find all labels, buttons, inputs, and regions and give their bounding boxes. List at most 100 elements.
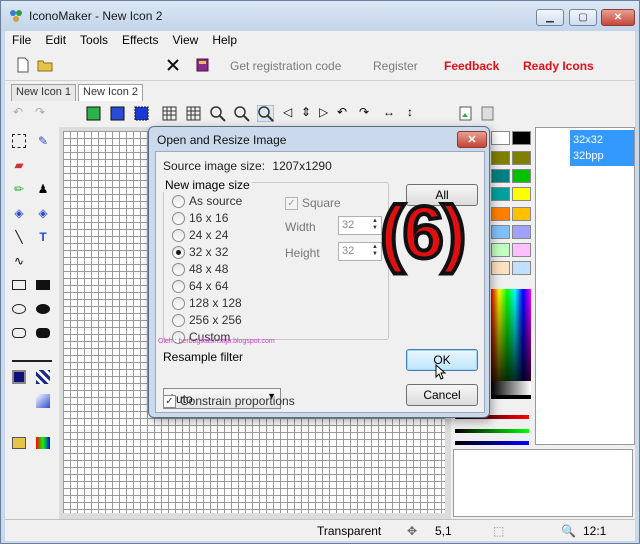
book-icon[interactable]	[195, 57, 211, 73]
colors-icon[interactable]	[33, 433, 53, 453]
new-file-icon[interactable]	[15, 57, 31, 73]
rotate-right-icon[interactable]: ↷	[359, 105, 376, 122]
redo-icon[interactable]: ↷	[35, 105, 52, 122]
export-image-icon[interactable]	[457, 105, 474, 122]
swatch[interactable]	[512, 261, 531, 275]
height-spin-arrows-icon[interactable]: ▲ ▼	[370, 244, 380, 259]
swatch[interactable]	[491, 131, 510, 145]
swatch[interactable]	[491, 225, 510, 239]
option-16[interactable]: 16 x 16	[172, 211, 228, 225]
swatch[interactable]	[491, 207, 510, 221]
menu-view[interactable]: View	[166, 31, 206, 50]
swatch[interactable]	[512, 187, 531, 201]
layer-blue-icon[interactable]	[109, 105, 126, 122]
layer-green-icon[interactable]	[85, 105, 102, 122]
green-slider[interactable]	[455, 429, 529, 433]
radio-button[interactable]	[172, 279, 185, 293]
tab-new-icon-1[interactable]: New Icon 1	[11, 84, 77, 101]
open-folder-icon[interactable]	[37, 57, 53, 73]
shift-right-icon[interactable]: ▷	[319, 105, 336, 122]
rectangle-icon[interactable]	[9, 275, 29, 295]
radio-button[interactable]	[172, 262, 185, 276]
select-all-icon[interactable]	[133, 105, 150, 122]
text-icon[interactable]: T	[33, 227, 53, 247]
shift-updown-icon[interactable]: ⇕	[301, 105, 318, 122]
swatch[interactable]	[491, 169, 510, 183]
gradient-icon[interactable]	[33, 391, 53, 411]
option-48[interactable]: 48 x 48	[172, 262, 228, 276]
swatch[interactable]	[491, 261, 510, 275]
pencil-icon[interactable]: ✏	[9, 179, 29, 199]
rect-select-icon[interactable]	[9, 131, 29, 151]
zoom-out-icon[interactable]	[233, 105, 250, 122]
swatch[interactable]	[512, 207, 531, 221]
menu-help[interactable]: Help	[205, 31, 244, 50]
eyedropper-icon[interactable]: ✎	[33, 131, 53, 151]
line-icon[interactable]: ╲	[9, 227, 29, 247]
swatch[interactable]	[491, 243, 510, 257]
get-registration-link[interactable]: Get registration code	[230, 59, 341, 73]
menu-tools[interactable]: Tools	[73, 31, 115, 50]
cross-icon[interactable]	[165, 57, 181, 73]
filled-rounded-rect-icon[interactable]	[33, 323, 53, 343]
eraser-icon[interactable]: ▰	[9, 155, 29, 175]
rounded-rect-icon[interactable]	[9, 323, 29, 343]
feedback-link[interactable]: Feedback	[444, 59, 499, 73]
radio-button[interactable]	[172, 228, 185, 242]
pattern-icon[interactable]	[33, 367, 53, 387]
option-32[interactable]: 32 x 32	[172, 245, 228, 259]
shift-left-icon[interactable]: ◁	[283, 105, 300, 122]
square-checkbox[interactable]: ✓	[285, 196, 298, 210]
swatch[interactable]	[512, 131, 531, 145]
width-spin-arrows-icon[interactable]: ▲ ▼	[370, 218, 380, 233]
blue-slider[interactable]	[455, 441, 529, 445]
brush-icon[interactable]: ♟	[33, 179, 53, 199]
option-24[interactable]: 24 x 24	[172, 228, 228, 242]
radio-button-selected[interactable]	[172, 245, 185, 259]
swatch[interactable]	[512, 169, 531, 183]
option-64[interactable]: 64 x 64	[172, 279, 228, 293]
radio-button[interactable]	[172, 211, 185, 225]
filled-rectangle-icon[interactable]	[33, 275, 53, 295]
primary-color-icon[interactable]	[9, 367, 29, 387]
swatch[interactable]	[512, 243, 531, 257]
tab-new-icon-2[interactable]: New Icon 2	[78, 84, 144, 101]
menu-effects[interactable]: Effects	[115, 31, 165, 50]
swatch[interactable]	[491, 151, 510, 165]
palette-icon[interactable]	[9, 433, 29, 453]
radio-button[interactable]	[172, 313, 185, 327]
ready-icons-link[interactable]: Ready Icons	[523, 59, 594, 73]
grid-toggle-icon[interactable]	[185, 105, 202, 122]
fill-icon[interactable]: ◈	[9, 203, 29, 223]
width-stepper[interactable]: 32 ▲ ▼	[338, 216, 382, 235]
radio-button[interactable]	[172, 194, 185, 208]
constrain-row[interactable]: ✓ Constrain proportions	[163, 394, 295, 408]
option-128[interactable]: 128 x 128	[172, 296, 242, 310]
constrain-checkbox[interactable]: ✓	[163, 394, 176, 408]
grid-icon[interactable]	[161, 105, 178, 122]
flip-vertical-icon[interactable]: ↕	[407, 105, 424, 122]
replace-color-icon[interactable]: ◈	[33, 203, 53, 223]
ellipse-icon[interactable]	[9, 299, 29, 319]
format-item-selected[interactable]: 32x32 32bpp	[570, 130, 634, 166]
height-stepper[interactable]: 32 ▲ ▼	[338, 242, 382, 261]
register-link[interactable]: Register	[373, 59, 418, 73]
square-checkbox-row[interactable]: ✓ Square	[285, 196, 341, 210]
gray-ramp[interactable]	[491, 381, 531, 395]
delete-image-icon[interactable]	[479, 105, 496, 122]
minimize-button[interactable]: ▁	[536, 9, 564, 26]
zoom-fit-icon[interactable]	[257, 105, 274, 122]
menu-edit[interactable]: Edit	[38, 31, 73, 50]
cancel-button[interactable]: Cancel	[406, 384, 478, 406]
option-as-source[interactable]: As source	[172, 194, 242, 208]
maximize-button[interactable]: ▢	[569, 9, 597, 26]
radio-button[interactable]	[172, 296, 185, 310]
option-256[interactable]: 256 x 256	[172, 313, 242, 327]
swatch[interactable]	[512, 151, 531, 165]
menu-file[interactable]: File	[5, 31, 38, 50]
dialog-close-button[interactable]: ✕	[457, 131, 487, 148]
filled-ellipse-icon[interactable]	[33, 299, 53, 319]
close-button[interactable]: ✕	[601, 9, 635, 26]
swatch[interactable]	[512, 225, 531, 239]
flip-horizontal-icon[interactable]: ↔	[383, 105, 400, 122]
